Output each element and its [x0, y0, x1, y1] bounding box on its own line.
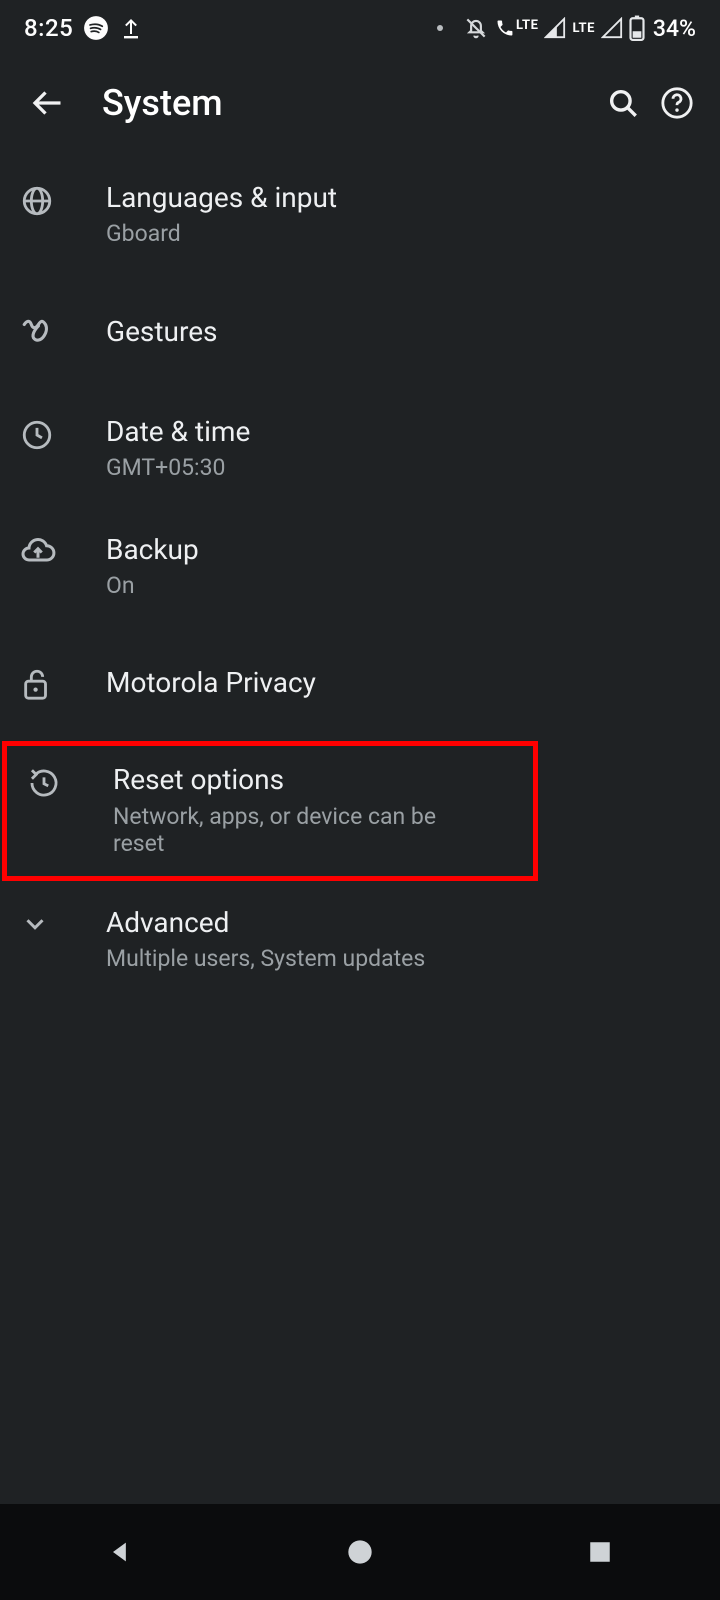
status-left: 8:25 [24, 14, 143, 42]
nav-back-button[interactable] [60, 1517, 180, 1587]
upload-icon [119, 15, 143, 41]
nav-recents-button[interactable] [540, 1517, 660, 1587]
circle-home-icon [346, 1538, 374, 1566]
search-icon [606, 86, 640, 120]
square-recents-icon [587, 1539, 613, 1565]
battery-percent: 34% [653, 15, 696, 42]
item-backup[interactable]: Backup On [0, 508, 720, 626]
search-button[interactable] [596, 76, 650, 130]
help-icon [660, 86, 694, 120]
signal-icon-1 [544, 17, 566, 39]
item-title: Gestures [106, 316, 680, 348]
help-button[interactable] [650, 76, 704, 130]
lte-label-1: LTE [516, 18, 538, 33]
battery-icon [629, 15, 645, 41]
item-title: Languages & input [106, 182, 680, 214]
item-subtitle: GMT+05:30 [106, 454, 680, 482]
arrow-back-icon [29, 85, 65, 121]
back-button[interactable] [20, 76, 74, 130]
item-languages-input[interactable]: Languages & input Gboard [0, 156, 720, 274]
item-motorola-privacy[interactable]: Motorola Privacy [0, 625, 720, 741]
dnd-off-icon [463, 15, 489, 41]
item-subtitle: Multiple users, System updates [106, 945, 680, 973]
status-bar: 8:25 LTE LTE 34% [0, 0, 720, 56]
status-right: LTE LTE 34% [433, 15, 696, 42]
lte-label-2: LTE [572, 21, 594, 36]
notification-dot-icon [437, 25, 443, 31]
navigation-bar [0, 1504, 720, 1600]
globe-icon [20, 184, 54, 218]
clock-icon [20, 418, 54, 452]
page-title: System [102, 82, 596, 124]
spotify-icon [83, 15, 109, 41]
chevron-down-icon [20, 909, 50, 939]
app-bar: System [0, 56, 720, 150]
item-reset-options[interactable]: Reset options Network, apps, or device c… [2, 741, 538, 880]
restore-icon [27, 766, 61, 800]
lock-open-icon [20, 665, 54, 703]
item-subtitle: Gboard [106, 220, 680, 248]
triangle-back-icon [106, 1538, 134, 1566]
item-title: Reset options [113, 764, 493, 796]
item-date-time[interactable]: Date & time GMT+05:30 [0, 390, 720, 508]
item-title: Backup [106, 534, 680, 566]
item-title: Motorola Privacy [106, 667, 680, 699]
gesture-icon [20, 316, 54, 350]
settings-list: Languages & input Gboard Gestures Date &… [0, 150, 720, 999]
item-subtitle: On [106, 572, 680, 600]
status-time: 8:25 [24, 14, 73, 42]
cloud-upload-icon [20, 536, 56, 566]
item-subtitle: Network, apps, or device can be reset [113, 803, 493, 858]
item-gestures[interactable]: Gestures [0, 274, 720, 390]
wifi-calling-icon: LTE [495, 18, 538, 38]
item-title: Advanced [106, 907, 680, 939]
signal-icon-2 [601, 17, 623, 39]
item-title: Date & time [106, 416, 680, 448]
nav-home-button[interactable] [300, 1517, 420, 1587]
item-advanced[interactable]: Advanced Multiple users, System updates [0, 881, 720, 999]
